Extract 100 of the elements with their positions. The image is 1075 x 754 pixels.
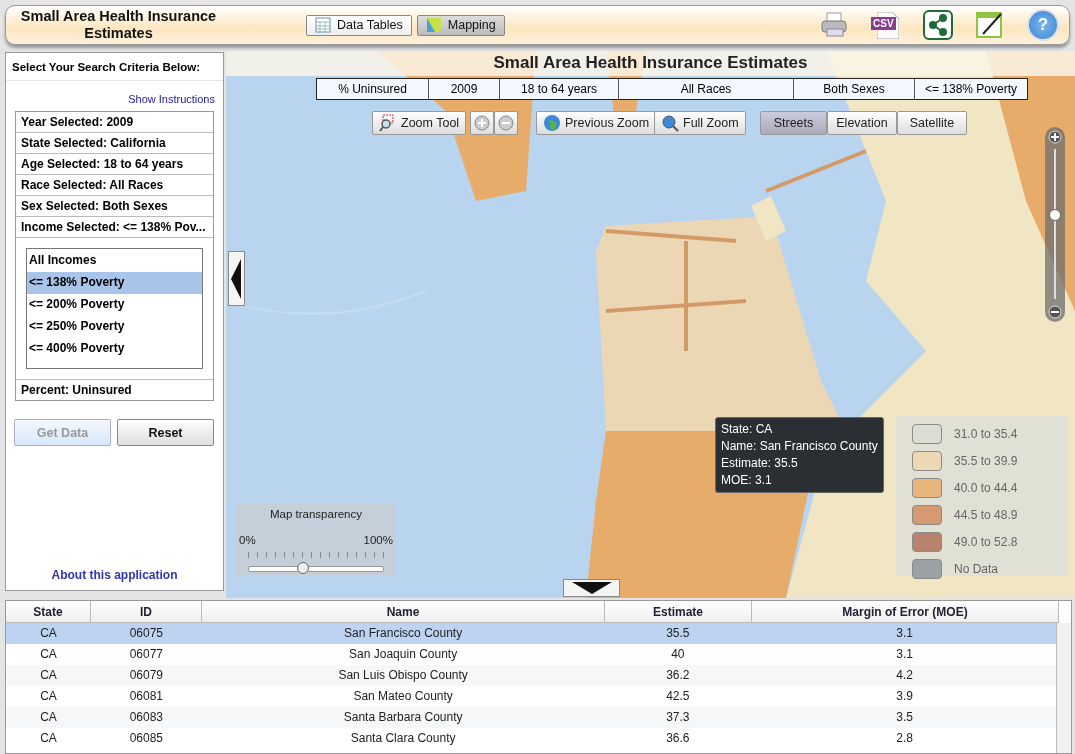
map-icon <box>425 17 442 33</box>
table-cell-text: 06079 <box>128 667 165 684</box>
collapse-panel-button[interactable] <box>228 251 245 306</box>
income-option[interactable]: All Incomes <box>27 250 202 272</box>
basemap-button[interactable]: Streets <box>760 111 827 135</box>
table-cell-text: 06075 <box>128 625 165 642</box>
zoom-slider[interactable] <box>1045 127 1065 322</box>
table-cell-text: 40 <box>670 646 686 663</box>
table-row[interactable]: CA 06081 San Mateo County 42.5 3.9 <box>6 686 1058 707</box>
table-cell-text: 2.8 <box>895 730 914 747</box>
magnifier-icon <box>379 114 397 132</box>
table-cell-text: CA <box>39 625 58 642</box>
about-link[interactable]: About this application <box>51 568 178 582</box>
previous-button[interactable]: Previous Zoom <box>536 111 657 135</box>
income-option[interactable]: <= 400% Poverty <box>27 338 202 360</box>
criteria-item[interactable]: Year Selected: 2009 <box>16 112 213 133</box>
table-cell-text: 4.2 <box>895 667 914 684</box>
table-cell-text: San Luis Obispo County <box>337 667 469 684</box>
view-tab[interactable]: Data Tables <box>306 14 412 36</box>
filter-value: 18 to 64 years <box>500 79 619 99</box>
criteria-item[interactable]: Age Selected: 18 to 64 years <box>16 154 213 175</box>
note-pencil-icon[interactable] <box>975 10 1005 40</box>
app-title: Small Area Health Insurance Estimates <box>19 8 218 42</box>
table-cell-text: CA <box>39 667 58 684</box>
scrollbar[interactable] <box>1056 623 1071 753</box>
legend-label: 35.5 to 39.9 <box>954 453 1018 468</box>
full-button[interactable]: Full Zoom <box>654 111 746 135</box>
table-cell-text: 06083 <box>128 709 165 726</box>
zoom-slider-thumb[interactable] <box>1049 209 1061 221</box>
table-row[interactable]: CA 06083 Santa Barbara County 37.3 3.5 <box>6 707 1058 728</box>
zoom-in-button[interactable] <box>470 111 494 135</box>
map-title: Small Area Health Insurance Estimates <box>226 51 1075 76</box>
table-cell-text: CA <box>39 730 58 747</box>
table-cell-text: 36.6 <box>665 730 691 747</box>
table-row[interactable]: CA 06075 San Francisco County 35.5 3.1 <box>6 623 1058 644</box>
filter-value: 2009 <box>429 79 500 99</box>
basemap-button[interactable]: Satellite <box>897 111 967 135</box>
show-instructions-link[interactable]: Show Instructions <box>128 93 215 105</box>
zoom-out-icon[interactable] <box>1048 305 1062 319</box>
view-tab[interactable]: Mapping <box>416 14 505 36</box>
legend-label: 31.0 to 35.4 <box>954 426 1018 441</box>
table-cell-text: 35.5 <box>665 625 691 642</box>
table-cell-text: 06085 <box>128 730 165 747</box>
criteria-item[interactable]: Sex Selected: Both Sexes <box>16 196 213 217</box>
table-cell-text: 3.5 <box>895 709 914 726</box>
tooltip-line: State: CA <box>721 421 774 438</box>
filter-value: Both Sexes <box>794 79 915 99</box>
printer-icon[interactable] <box>819 10 849 40</box>
column-header[interactable]: State <box>6 601 91 623</box>
column-header[interactable]: Name <box>202 601 605 623</box>
table-cell-text: 3.9 <box>895 688 914 705</box>
filter-value: <= 138% Poverty <box>915 79 1027 99</box>
min-label: 0% <box>239 534 256 546</box>
table-cell-text: 3.1 <box>895 646 914 663</box>
table-row[interactable]: CA 06079 San Luis Obispo County 36.2 4.2 <box>6 665 1058 686</box>
slider-thumb[interactable] <box>296 562 309 574</box>
table-cell-text: San Mateo County <box>352 688 454 705</box>
basemap-button[interactable]: Elevation <box>827 111 897 135</box>
column-header[interactable]: Margin of Error (MOE) <box>752 601 1059 623</box>
income-option[interactable]: <= 200% Poverty <box>27 294 202 316</box>
table-cell-text: CA <box>39 646 58 663</box>
zoom-in-icon[interactable] <box>1048 130 1062 144</box>
tooltip-line: Estimate: 35.5 <box>721 455 799 472</box>
table-row[interactable]: CA 06085 Santa Clara County 36.6 2.8 <box>6 728 1058 749</box>
table-cell-text: 36.2 <box>665 667 691 684</box>
tooltip-line: Name: San Francisco County <box>721 438 878 455</box>
share-icon[interactable] <box>923 10 953 40</box>
criteria-item[interactable]: Race Selected: All Races <box>16 175 213 196</box>
table-cell-text: San Francisco County <box>343 625 464 642</box>
criteria-item[interactable]: Income Selected: <= 138% Pov... <box>16 217 213 238</box>
filter-value: All Races <box>619 79 794 99</box>
tooltip-line: MOE: 3.1 <box>721 472 773 489</box>
table-cell-text: 06081 <box>128 688 165 705</box>
table-cell-text: Santa Clara County <box>349 730 457 747</box>
table-cell-text: CA <box>39 709 58 726</box>
reset-button[interactable]: Reset <box>117 419 214 446</box>
table-cell-text: 37.3 <box>665 709 691 726</box>
zoom-tool-button[interactable]: Zoom Tool <box>372 111 467 135</box>
criteria-item[interactable]: Percent: Uninsured <box>16 380 213 400</box>
expand-table-button[interactable] <box>563 579 620 597</box>
max-label: 100% <box>363 534 393 546</box>
table-row[interactable]: CA 06077 San Joaquin County 40 3.1 <box>6 644 1058 665</box>
legend-label: No Data <box>954 561 999 576</box>
criteria-item[interactable]: State Selected: California <box>16 133 213 154</box>
income-option[interactable]: <= 250% Poverty <box>27 316 202 338</box>
filter-value: % Uninsured <box>317 79 429 99</box>
legend-label: 40.0 to 44.4 <box>954 480 1018 495</box>
table-icon <box>315 17 331 33</box>
transparency-label: Map transparency <box>268 508 363 520</box>
panel-heading: Select Your Search Criteria Below: <box>6 53 223 81</box>
income-option[interactable]: <= 138% Poverty <box>27 272 202 294</box>
table-cell-text: San Joaquin County <box>348 646 459 663</box>
globe-magnifier-icon <box>661 114 679 132</box>
column-header[interactable]: ID <box>91 601 202 623</box>
table-cell-text: Santa Barbara County <box>342 709 464 726</box>
zoom-out-button[interactable] <box>494 111 518 135</box>
legend-label: 49.0 to 52.8 <box>954 534 1018 549</box>
table-cell-text: 3.1 <box>895 625 914 642</box>
globe-icon <box>543 114 561 132</box>
column-header[interactable]: Estimate <box>605 601 752 623</box>
